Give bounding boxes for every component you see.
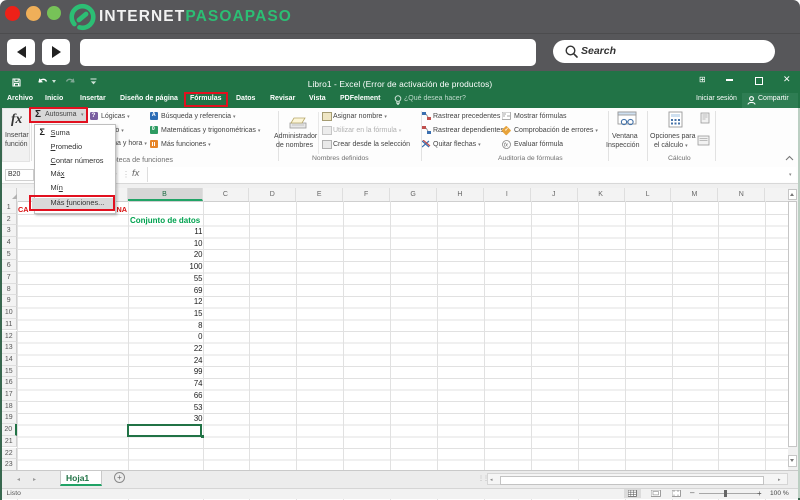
svg-text:fx: fx: [504, 143, 508, 149]
